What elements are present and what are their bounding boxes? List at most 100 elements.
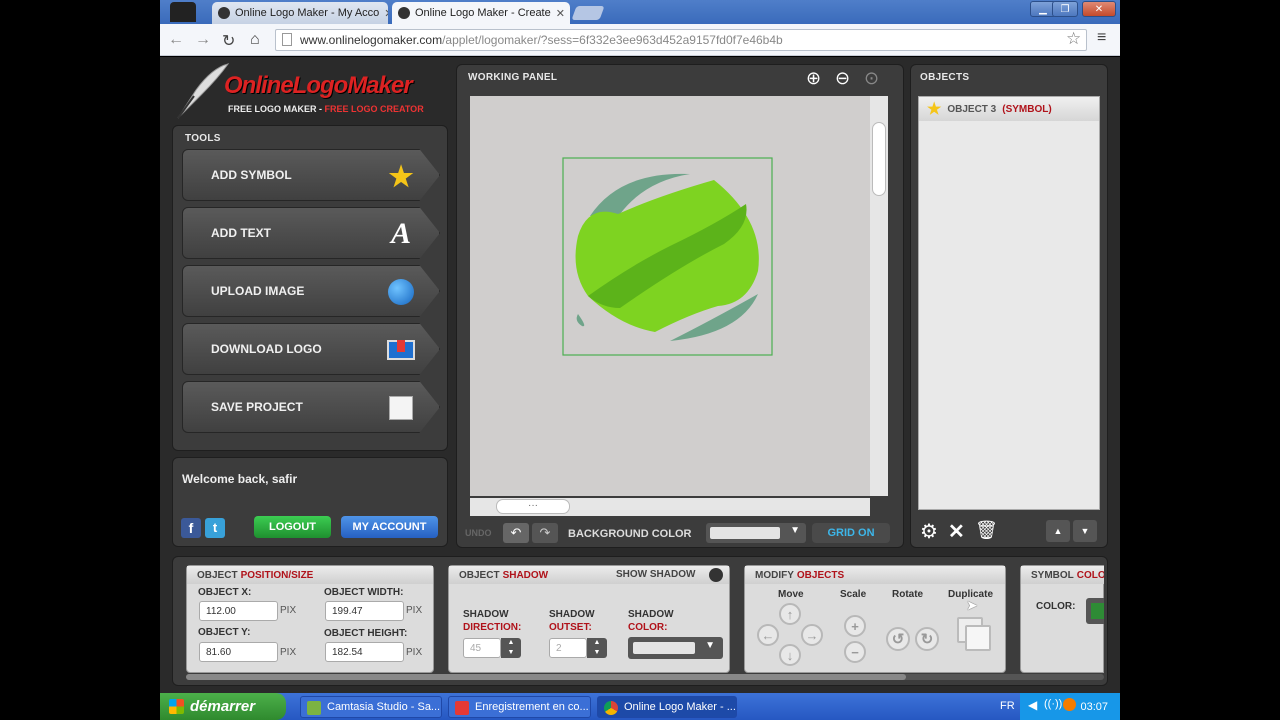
modify-head-b: OBJECTS [796, 569, 845, 581]
properties-hscrollbar[interactable] [186, 674, 1104, 680]
design-canvas[interactable] [470, 96, 870, 496]
tab-favicon-icon [218, 7, 230, 19]
upload-image-button[interactable]: UPLOAD IMAGE [182, 265, 440, 317]
task-label: Camtasia Studio - Sa... [327, 701, 441, 713]
show-shadow-toggle[interactable] [709, 568, 723, 582]
close-window-button[interactable]: ✕ [1082, 1, 1116, 17]
tab-close-icon[interactable]: ✕ [384, 7, 388, 20]
start-button[interactable]: démarrer [160, 693, 286, 720]
x-unit: PIX [280, 605, 297, 616]
canvas-vscroll-thumb[interactable] [872, 122, 886, 196]
taskbar-item-recording[interactable]: Enregistrement en co... [448, 696, 591, 718]
undo-label[interactable]: UNDO [465, 528, 492, 538]
shadow-direction-stepper[interactable]: ▲ ▼ [501, 638, 521, 658]
task-label: Enregistrement en co... [475, 701, 589, 713]
tray-app-icon[interactable] [1063, 698, 1076, 711]
back-icon[interactable]: ← [168, 31, 184, 49]
tools-title: TOOLS [185, 133, 221, 144]
address-bar[interactable]: www.onlinelogomaker.com/applet/logomaker… [275, 29, 1087, 51]
rotate-label: Rotate [892, 589, 924, 600]
shadow-direction-input[interactable]: 45 [463, 638, 501, 658]
duplicate-icon[interactable] [957, 617, 993, 653]
save-project-button[interactable]: SAVE PROJECT [182, 381, 440, 433]
logo-symbol[interactable] [470, 96, 870, 496]
camtasia-icon [307, 701, 321, 715]
move-down-icon[interactable]: ↓ [779, 644, 801, 666]
symbol-color-swatch[interactable] [1086, 598, 1104, 624]
zoom-in-icon[interactable]: ⊕ [806, 68, 821, 89]
facebook-icon[interactable]: f [181, 518, 201, 538]
move-left-icon[interactable]: ← [757, 624, 779, 646]
maximize-button[interactable]: ❐ [1052, 1, 1078, 17]
modify-objects-header: MODIFY OBJECTS [745, 566, 1005, 584]
width-unit: PIX [406, 605, 423, 616]
delete-x-icon[interactable]: ✕ [948, 519, 965, 544]
language-indicator[interactable]: FR [1000, 700, 1015, 712]
add-symbol-button[interactable]: ADD SYMBOL ★ [182, 149, 440, 201]
my-account-button[interactable]: MY ACCOUNT [341, 516, 438, 538]
rotate-left-icon[interactable]: ↺ [886, 627, 910, 651]
color-swatch [710, 527, 780, 539]
menu-icon[interactable]: ≡ [1097, 29, 1106, 47]
symbol-color-label: COLOR: [1036, 601, 1076, 612]
shadow-color-b: COLOR: [628, 622, 668, 633]
move-up-icon[interactable]: ↑ [779, 603, 801, 625]
add-text-button[interactable]: ADD TEXT A [182, 207, 440, 259]
object-y-input[interactable]: 81.60 [199, 642, 278, 662]
tray-wifi-icon[interactable]: ((·)) [1044, 698, 1062, 710]
undo-button[interactable]: ↶ [503, 523, 529, 543]
redo-button[interactable]: ↷ [532, 523, 558, 543]
trash-icon[interactable]: 🗑 [975, 520, 998, 541]
browser-tab-1[interactable]: Online Logo Maker - My Acco ✕ [212, 2, 388, 24]
canvas-hscroll-thumb[interactable]: ··· [496, 499, 570, 514]
tray-clock[interactable]: 03:07 [1080, 701, 1108, 713]
home-icon[interactable]: ⌂ [250, 31, 260, 49]
position-size-head-b: POSITION/SIZE [240, 569, 314, 581]
tray-network-icon[interactable]: ◀ [1028, 698, 1037, 712]
twitter-icon[interactable]: t [205, 518, 225, 538]
zoom-reset-icon[interactable]: ⊙ [864, 68, 879, 89]
object-height-input[interactable]: 182.54 [325, 642, 404, 662]
properties-scroll-thumb[interactable] [186, 674, 906, 680]
tab-close-icon[interactable]: ✕ [556, 7, 565, 20]
taskbar-item-camtasia[interactable]: Camtasia Studio - Sa... [300, 696, 442, 718]
scale-up-icon[interactable]: + [844, 615, 866, 637]
taskbar-item-chrome[interactable]: Online Logo Maker - ... [597, 696, 737, 718]
object-y-label: OBJECT Y: [198, 627, 251, 638]
shadow-direction-a: SHADOW [463, 609, 509, 620]
object-height-label: OBJECT HEIGHT: [324, 628, 408, 639]
objects-list [918, 96, 1100, 510]
scale-label: Scale [840, 589, 867, 600]
shadow-outset-input[interactable]: 2 [549, 638, 587, 658]
download-logo-button[interactable]: DOWNLOAD LOGO [182, 323, 440, 375]
scale-down-icon[interactable]: − [844, 641, 866, 663]
shadow-color-select[interactable]: ▼ [628, 637, 723, 659]
symbol-color-header: SYMBOLCOLOR [1021, 566, 1104, 584]
move-down-button[interactable]: ▼ [1073, 520, 1097, 542]
object-width-input[interactable]: 199.47 [325, 601, 404, 621]
forward-icon[interactable]: → [195, 31, 211, 49]
reload-icon[interactable]: ↻ [222, 31, 235, 51]
tagline-sep: - [316, 104, 325, 114]
object-x-input[interactable]: 112.00 [199, 601, 278, 621]
object-list-item[interactable]: ★ OBJECT 3 (SYMBOL) [919, 97, 1099, 121]
save-project-label: SAVE PROJECT [211, 400, 303, 414]
rotate-right-icon[interactable]: ↻ [915, 627, 939, 651]
shadow-direction-label: SHADOW DIRECTION: [463, 608, 521, 634]
background-color-select[interactable]: ▼ [706, 523, 806, 543]
move-up-button[interactable]: ▲ [1046, 520, 1070, 542]
grid-toggle-button[interactable]: GRID ON [812, 523, 890, 543]
start-label: démarrer [190, 698, 256, 715]
brand-name: OnlineLogoMaker [224, 72, 413, 99]
windows-logo-icon [169, 699, 184, 714]
browser-tab-2[interactable]: Online Logo Maker - Create ✕ [392, 2, 570, 24]
brand-tagline: FREE LOGO MAKER - FREE LOGO CREATOR [228, 104, 424, 114]
new-tab-button[interactable] [571, 6, 605, 20]
zoom-out-icon[interactable]: ⊖ [835, 68, 850, 89]
quill-pen-icon [177, 63, 230, 119]
move-right-icon[interactable]: → [801, 624, 823, 646]
bookmark-star-icon[interactable]: ☆ [1066, 29, 1081, 49]
gear-icon[interactable]: ⚙ [920, 519, 938, 544]
shadow-outset-stepper[interactable]: ▲ ▼ [587, 638, 607, 658]
logout-button[interactable]: LOGOUT [254, 516, 331, 538]
